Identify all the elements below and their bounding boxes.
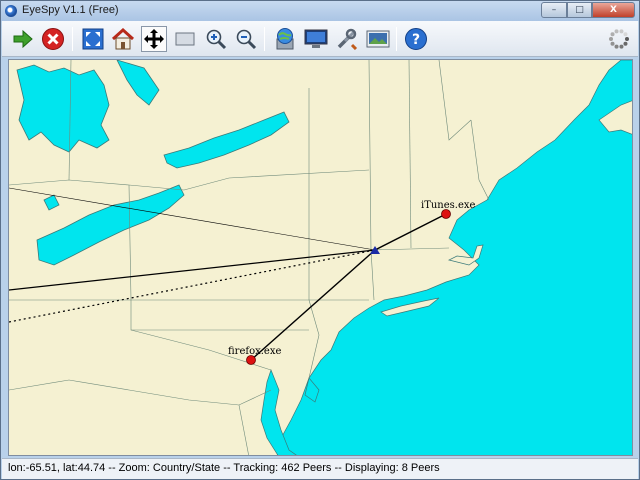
spinner-dot: [623, 32, 628, 37]
spinner-dot: [619, 44, 624, 49]
zoom-out-icon: [236, 29, 257, 50]
stop-icon: [42, 28, 64, 50]
fit-icon: [82, 28, 104, 50]
monitor-icon: [304, 29, 328, 48]
spinner-dot: [625, 37, 629, 41]
close-button[interactable]: X: [592, 2, 635, 18]
lake-huron-michigan: [16, 64, 110, 153]
screenshot-icon: [366, 30, 390, 48]
snapshot-button[interactable]: [365, 26, 391, 52]
pan-tool-button[interactable]: [141, 26, 167, 52]
toolbar-separator: [72, 27, 73, 51]
network-button[interactable]: [272, 26, 298, 52]
spinner-dot: [614, 44, 619, 49]
status-text: lon:-65.51, lat:44.74 -- Zoom: Country/S…: [8, 462, 440, 474]
home-view-button[interactable]: [110, 26, 136, 52]
toolbar-separator: [396, 27, 397, 51]
select-rect-icon: [175, 32, 195, 46]
world-map[interactable]: iTunes.exe firefox.exe: [8, 59, 633, 456]
maximize-button[interactable]: □: [567, 2, 592, 18]
spinner-dot: [623, 41, 628, 46]
stop-tracking-button[interactable]: [40, 26, 66, 52]
window-title: EyeSpy V1.1 (Free): [22, 4, 119, 16]
title-bar[interactable]: EyeSpy V1.1 (Free) – □ X: [1, 1, 639, 21]
select-region-button[interactable]: [172, 26, 198, 52]
spinner-dot: [610, 41, 615, 46]
fit-view-button[interactable]: [80, 26, 106, 52]
status-bar: lon:-65.51, lat:44.74 -- Zoom: Country/S…: [2, 458, 638, 479]
map-canvas[interactable]: iTunes.exe firefox.exe: [9, 60, 633, 456]
play-icon: [13, 29, 33, 49]
spinner-icon: [609, 29, 629, 49]
zoom-out-button[interactable]: [233, 26, 259, 52]
svg-text:?: ?: [412, 32, 420, 48]
display-button[interactable]: [303, 26, 329, 52]
zoom-in-button[interactable]: [203, 26, 229, 52]
tools-icon: [337, 28, 358, 50]
minimize-button[interactable]: –: [541, 2, 567, 18]
spinner-dot: [610, 32, 615, 37]
peer-label: firefox.exe: [228, 346, 281, 357]
toolbar-separator: [264, 27, 265, 51]
pan-icon: [144, 29, 164, 49]
home-icon: [111, 28, 135, 50]
toolbar: ?: [2, 21, 638, 57]
busy-indicator: [606, 26, 632, 52]
help-button[interactable]: ?: [403, 26, 429, 52]
eyespy-app-icon[interactable]: [5, 5, 17, 17]
help-icon: ?: [405, 28, 427, 50]
spinner-dot: [609, 37, 613, 41]
zoom-in-icon: [206, 29, 227, 50]
peer-label: iTunes.exe: [421, 200, 476, 211]
start-tracking-button[interactable]: [10, 26, 36, 52]
spinner-dot: [619, 29, 624, 34]
spinner-dot: [614, 29, 619, 34]
network-globe-icon: [276, 28, 294, 50]
app-window: EyeSpy V1.1 (Free) – □ X ? iTunes.exe fi…: [0, 0, 640, 480]
settings-button[interactable]: [334, 26, 360, 52]
